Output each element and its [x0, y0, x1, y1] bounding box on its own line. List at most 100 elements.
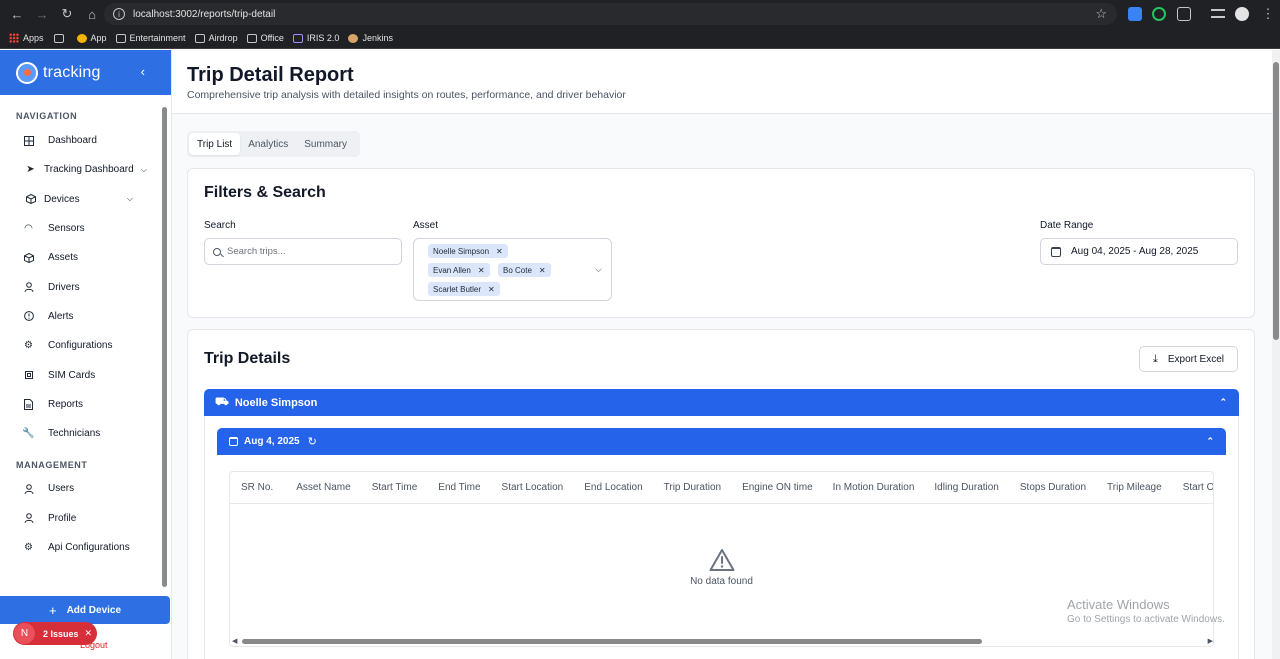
bookmark-iris[interactable]: IRIS 2.0 [292, 33, 339, 43]
download-icon: ⤓ [1152, 352, 1158, 365]
extensions-puzzle-icon[interactable] [1177, 7, 1191, 21]
bookmark-label: Airdrop [208, 33, 238, 43]
sidebar-item-drivers[interactable]: Drivers [0, 272, 171, 301]
search-icon [213, 247, 221, 256]
sidebar-item-label: Technicians [48, 428, 101, 440]
profile-avatar-icon[interactable] [1235, 7, 1249, 21]
column-header[interactable]: SR No. [230, 482, 274, 493]
home-icon[interactable]: ⌂ [81, 3, 103, 25]
bookmarks-bar: Apps App Entertainment Airdrop Office IR… [0, 28, 1280, 49]
sidebar-item-reports[interactable]: Reports [0, 390, 171, 419]
asset-group-name: Noelle Simpson [234, 396, 318, 409]
sidebar-item-configurations[interactable]: ⚙ Configurations [0, 331, 171, 360]
asset-group-header[interactable]: ⛟ Noelle Simpson ⌃ [204, 389, 1239, 416]
warning-triangle-icon [709, 548, 735, 572]
reload-icon[interactable]: ↻ [56, 3, 78, 25]
tab-trip-list[interactable]: Trip List [189, 133, 241, 155]
sidebar-item-alerts[interactable]: Alerts [0, 302, 171, 331]
sidebar-item-tracking-dashboard[interactable]: ➤ Tracking Dashboard ⌵ [0, 155, 171, 184]
bookmark-app[interactable]: App [76, 33, 107, 43]
sidebar-item-devices[interactable]: Devices ⌵ [0, 185, 171, 214]
column-header[interactable]: In Motion Duration [814, 482, 916, 493]
date-range-picker[interactable]: Aug 04, 2025 - Aug 28, 2025 [1040, 238, 1238, 265]
column-header[interactable]: End Time [418, 482, 481, 493]
bookmark-apps[interactable]: Apps [9, 33, 44, 43]
address-bar[interactable]: i localhost:3002/reports/trip-detail ☆ [104, 3, 1117, 25]
file-icon [23, 398, 34, 410]
page-header: Trip Detail Report Comprehensive trip an… [172, 50, 1272, 114]
bookmark-airdrop[interactable]: Airdrop [194, 33, 238, 43]
folder-icon [115, 33, 126, 43]
column-header[interactable]: Asset Name [274, 482, 351, 493]
remove-chip-icon[interactable]: ✕ [478, 266, 485, 275]
refresh-icon[interactable]: ↻ [308, 435, 317, 448]
chevron-up-icon[interactable]: ⌃ [1206, 436, 1214, 447]
column-header[interactable]: Start Location [482, 482, 565, 493]
sidebar-scrollbar[interactable] [161, 102, 167, 594]
extension-icon[interactable] [1128, 7, 1142, 21]
page-scrollbar[interactable] [1272, 50, 1280, 659]
bookmark-tabs[interactable] [53, 33, 68, 43]
remove-chip-icon[interactable]: ✕ [488, 285, 495, 294]
sidebar-item-assets[interactable]: Assets [0, 243, 171, 272]
add-device-button[interactable]: + Add Device [0, 596, 170, 624]
chevron-up-icon[interactable]: ⌃ [1219, 397, 1227, 408]
reading-list-icon[interactable] [1211, 9, 1225, 18]
sidebar: tracking ‹ NAVIGATION Dashboard ➤ Tracki… [0, 50, 172, 659]
column-header[interactable]: Stops Duration [1000, 482, 1087, 493]
asset-multiselect[interactable]: Noelle Simpson ✕ Evan Allen ✕ Bo Cote ✕ Sca… [413, 238, 612, 301]
sidebar-item-profile[interactable]: Profile [0, 504, 171, 533]
tab-summary[interactable]: Summary [296, 133, 355, 155]
date-group-header[interactable]: Aug 4, 2025 ↻ ⌃ [217, 428, 1226, 455]
column-header[interactable]: Trip Mileage [1087, 482, 1163, 493]
forward-icon[interactable]: → [31, 3, 53, 25]
sidebar-item-users[interactable]: Users [0, 474, 171, 503]
sidebar-item-sim-cards[interactable]: SIM Cards [0, 360, 171, 389]
scrollbar-thumb[interactable] [1273, 62, 1279, 340]
nav-section-title: NAVIGATION [16, 111, 78, 121]
sidebar-item-label: Alerts [48, 310, 74, 322]
column-header[interactable]: Trip Duration [644, 482, 722, 493]
scroll-right-arrow-icon[interactable]: ▶ [1208, 637, 1213, 645]
table-header-row: SR No. Asset Name Start Time End Time St… [230, 472, 1213, 504]
back-icon[interactable]: ← [6, 3, 28, 25]
bookmark-label: Office [260, 33, 284, 43]
bookmark-entertainment[interactable]: Entertainment [115, 33, 186, 43]
close-icon[interactable]: ✕ [85, 628, 93, 639]
sidebar-item-dashboard[interactable]: Dashboard [0, 126, 171, 155]
sidebar-item-api-configurations[interactable]: ⚙ Api Configurations [0, 533, 171, 562]
collapse-sidebar-chevron-icon[interactable]: ‹ [141, 64, 145, 79]
remove-chip-icon[interactable]: ✕ [496, 247, 503, 256]
site-info-icon[interactable]: i [113, 8, 125, 20]
sidebar-item-label: Tracking Dashboard [44, 164, 134, 176]
sidebar-item-sensors[interactable]: ◠ Sensors [0, 214, 171, 243]
column-header[interactable]: Idling Duration [915, 482, 999, 493]
page-title: Trip Detail Report [187, 64, 354, 86]
tab-analytics[interactable]: Analytics [240, 133, 296, 155]
bookmark-jenkins[interactable]: Jenkins [348, 33, 393, 43]
sidebar-item-technicians[interactable]: 🔧 Technicians [0, 419, 171, 448]
grid-icon [23, 135, 34, 146]
bookmark-star-icon[interactable]: ☆ [1095, 6, 1107, 22]
issues-badge[interactable]: N 2 Issues ✕ [13, 622, 97, 645]
browser-toolbar: ← → ↻ ⌂ i localhost:3002/reports/trip-de… [0, 0, 1280, 28]
column-header[interactable]: Engine ON time [722, 482, 814, 493]
scrollbar-thumb[interactable] [242, 639, 982, 644]
export-excel-button[interactable]: ⤓ Export Excel [1139, 346, 1238, 372]
column-header[interactable]: Start Time [352, 482, 419, 493]
folder-icon [246, 33, 257, 43]
column-header[interactable]: End Location [564, 482, 643, 493]
menu-kebab-icon[interactable]: ⋮ [1257, 3, 1279, 25]
search-input[interactable]: Search trips... [204, 238, 402, 265]
extension-icon[interactable] [1152, 7, 1166, 21]
wrench-icon: 🔧 [22, 428, 35, 440]
chevron-down-icon[interactable]: ⌵ [141, 165, 147, 175]
bookmark-office[interactable]: Office [246, 33, 284, 43]
column-header[interactable]: Start O [1163, 482, 1213, 493]
scrollbar-thumb[interactable] [162, 107, 167, 587]
chevron-down-icon[interactable]: ⌵ [595, 264, 602, 275]
chevron-down-icon[interactable]: ⌵ [127, 194, 133, 204]
scroll-left-arrow-icon[interactable]: ◀ [232, 637, 237, 645]
remove-chip-icon[interactable]: ✕ [539, 266, 546, 275]
table-horizontal-scrollbar[interactable]: ◀ ▶ [230, 636, 1213, 646]
